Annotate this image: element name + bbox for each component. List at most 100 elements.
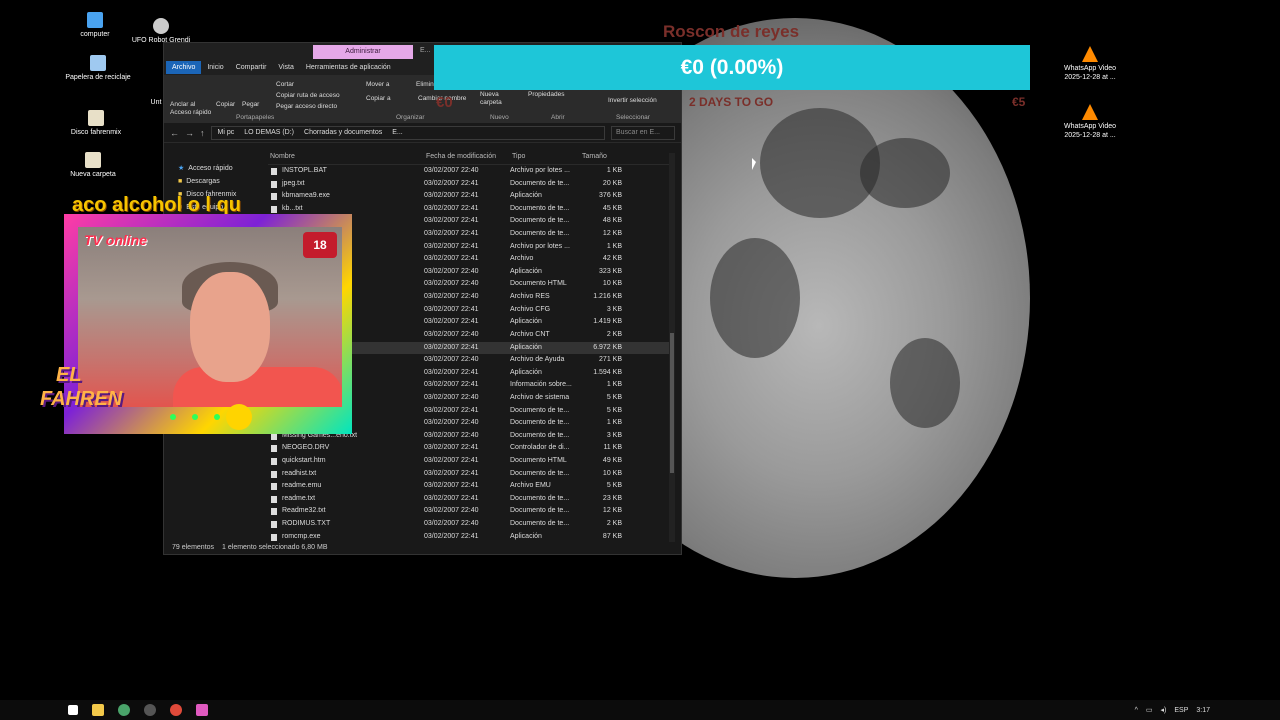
file-row[interactable]: readme.txt 03/02/2007 22:41 Documento de t… [268,493,673,506]
group-portapapeles: Portapapeles [236,114,275,121]
file-size: 11 KB [603,444,622,452]
move-to-button[interactable]: Mover a [366,81,389,89]
chevron-up-icon[interactable]: ^ [1135,707,1138,714]
star-icon: ★ [178,165,185,172]
file-type: Aplicación [510,343,542,351]
tab-inicio[interactable]: Inicio [201,61,229,74]
desktop-icon-computer[interactable]: computer [60,12,130,39]
search-input[interactable]: Buscar en E... [611,125,675,140]
app-icon[interactable] [196,704,208,716]
file-date: 03/02/2007 22:40 [424,330,479,338]
file-size: 20 KB [602,179,622,187]
paste-button[interactable]: Pegar [242,101,259,109]
desktop-icon-nueva-carpeta[interactable]: Nueva carpeta [58,152,128,179]
file-size: 5 KB [606,406,622,414]
breadcrumb-item[interactable]: E... [392,129,403,136]
breadcrumb-item[interactable]: Chorradas y documentos [304,129,382,136]
scroll-thumb[interactable] [670,333,674,473]
system-tray: ^ ▭ ◂) ESP 3:17 [1135,700,1210,720]
file-size: 1 KB [606,381,622,389]
breadcrumb[interactable]: Mi pc LO DEMAS (D:) Chorradas y document… [210,125,605,140]
col-tamano[interactable]: Tamaño [580,153,622,164]
file-row[interactable]: Readme32.txt 03/02/2007 22:40 Documento de… [268,505,673,518]
file-date: 03/02/2007 22:41 [424,217,479,225]
up-arrow-icon[interactable]: ↑ [200,128,205,138]
manage-context-tab[interactable]: Administrar [313,45,413,59]
volume-icon[interactable]: ◂) [1161,706,1167,714]
copy-to-button[interactable]: Copiar a [366,95,391,103]
file-name: INSTOPL.BAT [268,165,424,178]
file-size: 10 KB [602,469,622,477]
file-type: Información sobre... [510,381,572,389]
file-type: Documento de te... [510,431,570,439]
selection-info: 1 elemento seleccionado 6,80 MB [222,544,328,551]
vlc-icon [1082,46,1098,62]
file-type: Documento de te... [510,419,570,427]
tv-online-label: TV online [84,232,147,248]
invert-selection-button[interactable]: Invertir selección [608,97,657,105]
clock[interactable]: 3:17 [1196,707,1210,714]
file-row[interactable]: readme.emu 03/02/2007 22:41 Archivo EMU 5 K… [268,480,673,493]
file-date: 03/02/2007 22:41 [424,242,479,250]
file-row[interactable]: RODIMUS.TXT 03/02/2007 22:40 Documento de … [268,518,673,531]
tab-herramientas[interactable]: Herramientas de aplicación [300,61,397,74]
file-size: 1.216 KB [593,293,622,301]
item-count: 79 elementos [172,544,215,551]
chrome-icon[interactable] [118,704,130,716]
forward-arrow-icon[interactable]: → [185,128,194,138]
vertical-scrollbar[interactable] [669,153,675,542]
paste-shortcut-button[interactable]: Pegar acceso directo [276,103,337,111]
network-icon[interactable]: ▭ [1146,706,1153,714]
nav-item-downloads[interactable]: ■ Descargas [164,175,264,188]
address-bar: ← → ↑ Mi pc LO DEMAS (D:) Chorradas y do… [164,123,681,143]
donation-title: Roscon de reyes [662,22,800,41]
donation-days-left: 2 DAYS TO GO [689,95,774,109]
file-row[interactable]: kbmamea9.exe 03/02/2007 22:41 Aplicación 37… [268,190,673,203]
desktop-icon-recycle-bin[interactable]: Papelera de reciclaje [63,55,133,82]
new-folder-button[interactable]: Nueva carpeta [480,91,504,107]
windows-start-icon[interactable] [68,705,78,715]
file-row[interactable]: quickstart.htm 03/02/2007 22:41 Documento … [268,455,673,468]
tab-archivo[interactable]: Archivo [166,60,202,74]
record-icon[interactable] [170,704,182,716]
breadcrumb-item[interactable]: Mi pc [218,129,235,136]
breadcrumb-item[interactable]: LO DEMAS (D:) [244,129,294,136]
desktop-icon-whatsapp-2[interactable]: WhatsApp Video 2025-12-28 at ... [1055,104,1125,140]
file-name: quickstart.htm [268,455,424,468]
nav-item-quick-access[interactable]: ★ Acceso rápido [164,161,264,175]
col-tipo[interactable]: Tipo [510,153,580,164]
file-row[interactable]: jpeg.txt 03/02/2007 22:41 Documento de te.… [268,178,673,191]
file-date: 03/02/2007 22:41 [424,192,479,200]
cut-button[interactable]: Cortar [276,81,294,89]
language-indicator[interactable]: ESP [1174,707,1188,714]
col-fecha[interactable]: Fecha de modificación [424,153,510,164]
file-date: 03/02/2007 22:41 [424,406,479,414]
pin-quick-access-button[interactable]: Anclar al Acceso rápido [170,101,214,117]
file-date: 03/02/2007 22:40 [424,167,479,174]
file-row[interactable]: readhist.txt 03/02/2007 22:41 Documento de… [268,468,673,481]
file-name: RODIMUS.TXT [268,518,424,531]
tab-compartir[interactable]: Compartir [230,61,273,74]
col-nombre[interactable]: Nombre [268,153,424,164]
desktop-icon-ufo[interactable]: UFO Robot Grendi [126,18,196,45]
tab-vista[interactable]: Vista [272,61,299,74]
file-type: Archivo RES [510,293,550,301]
status-bar: 79 elementos 1 elemento seleccionado 6,8… [164,542,681,554]
obs-icon[interactable] [144,704,156,716]
folder-icon[interactable] [92,704,104,716]
file-row[interactable]: NEOGEO.DRV 03/02/2007 22:41 Controlador de… [268,442,673,455]
file-date: 03/02/2007 22:41 [424,494,479,502]
file-type: Archivo por lotes ... [510,242,570,250]
file-row[interactable]: INSTOPL.BAT 03/02/2007 22:40 Archivo por l… [268,165,673,178]
file-date: 03/02/2007 22:40 [424,293,479,301]
back-arrow-icon[interactable]: ← [170,128,179,138]
file-size: 271 KB [599,356,622,364]
properties-button[interactable]: Propiedades [528,91,565,99]
copy-path-button[interactable]: Copiar ruta de acceso [276,92,340,100]
copy-button[interactable]: Copiar [216,101,235,109]
file-date: 03/02/2007 22:41 [424,457,479,465]
desktop-icon-disco[interactable]: Disco fahrenmix [61,110,131,137]
el-fahren-logo: EL FAHREN [40,364,123,410]
desktop-icon-whatsapp-1[interactable]: WhatsApp Video 2025-12-28 at ... [1055,46,1125,82]
group-abrir: Abrir [551,114,565,121]
